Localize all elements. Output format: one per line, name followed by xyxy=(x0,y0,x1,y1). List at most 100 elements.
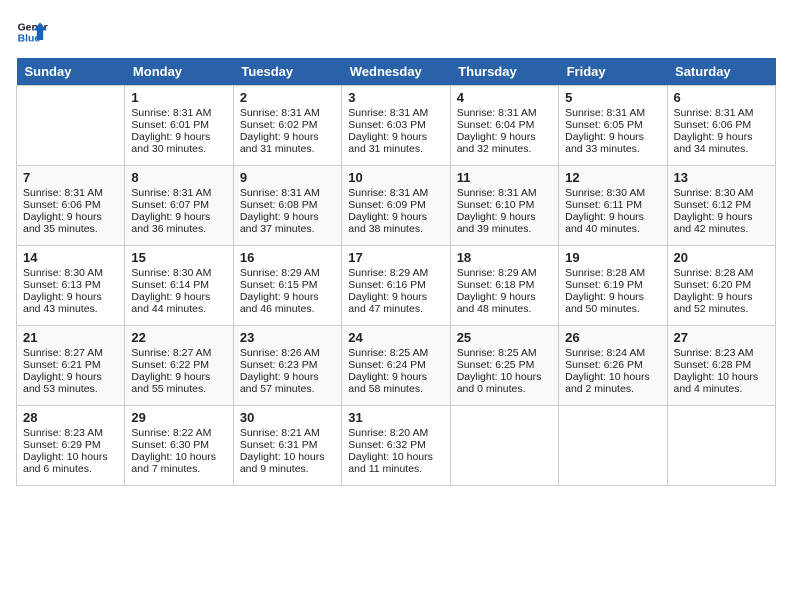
calendar-cell: 12Sunrise: 8:30 AMSunset: 6:11 PMDayligh… xyxy=(559,166,667,246)
day-info: Daylight: 9 hours xyxy=(240,131,335,143)
day-info: Daylight: 9 hours xyxy=(131,211,226,223)
day-info: Sunset: 6:04 PM xyxy=(457,119,552,131)
calendar-cell: 7Sunrise: 8:31 AMSunset: 6:06 PMDaylight… xyxy=(17,166,125,246)
calendar-cell: 13Sunrise: 8:30 AMSunset: 6:12 PMDayligh… xyxy=(667,166,775,246)
calendar-week-3: 14Sunrise: 8:30 AMSunset: 6:13 PMDayligh… xyxy=(17,246,776,326)
day-info: Daylight: 10 hours xyxy=(240,451,335,463)
day-info: and 53 minutes. xyxy=(23,383,118,395)
day-info: Sunrise: 8:31 AM xyxy=(457,107,552,119)
day-info: Daylight: 9 hours xyxy=(457,131,552,143)
day-info: and 44 minutes. xyxy=(131,303,226,315)
day-info: and 43 minutes. xyxy=(23,303,118,315)
calendar-cell: 14Sunrise: 8:30 AMSunset: 6:13 PMDayligh… xyxy=(17,246,125,326)
day-info: Sunrise: 8:25 AM xyxy=(457,347,552,359)
day-info: Sunset: 6:02 PM xyxy=(240,119,335,131)
day-info: Sunrise: 8:31 AM xyxy=(23,187,118,199)
day-info: and 9 minutes. xyxy=(240,463,335,475)
calendar-cell: 27Sunrise: 8:23 AMSunset: 6:28 PMDayligh… xyxy=(667,326,775,406)
weekday-header-wednesday: Wednesday xyxy=(342,58,450,86)
day-number: 19 xyxy=(565,250,660,265)
day-info: Daylight: 9 hours xyxy=(565,291,660,303)
calendar-cell: 20Sunrise: 8:28 AMSunset: 6:20 PMDayligh… xyxy=(667,246,775,326)
calendar-cell xyxy=(559,406,667,486)
day-info: Sunset: 6:06 PM xyxy=(674,119,769,131)
day-number: 28 xyxy=(23,410,118,425)
calendar-cell: 23Sunrise: 8:26 AMSunset: 6:23 PMDayligh… xyxy=(233,326,341,406)
day-number: 12 xyxy=(565,170,660,185)
day-number: 30 xyxy=(240,410,335,425)
day-info: Sunrise: 8:30 AM xyxy=(131,267,226,279)
calendar-cell: 4 Sunrise: 8:31 AMSunset: 6:04 PMDaylight… xyxy=(450,86,558,166)
day-info: Sunset: 6:26 PM xyxy=(565,359,660,371)
calendar-cell: 5Sunrise: 8:31 AMSunset: 6:05 PMDaylight… xyxy=(559,86,667,166)
calendar-cell: 22Sunrise: 8:27 AMSunset: 6:22 PMDayligh… xyxy=(125,326,233,406)
day-info: and 52 minutes. xyxy=(674,303,769,315)
day-info: and 34 minutes. xyxy=(674,143,769,155)
day-info: and 4 minutes. xyxy=(674,383,769,395)
day-info: Sunrise: 8:27 AM xyxy=(131,347,226,359)
day-info: Sunrise: 8:23 AM xyxy=(674,347,769,359)
day-info: Daylight: 10 hours xyxy=(348,451,443,463)
day-number: 8 xyxy=(131,170,226,185)
weekday-header-tuesday: Tuesday xyxy=(233,58,341,86)
day-number: 23 xyxy=(240,330,335,345)
calendar-cell: 26Sunrise: 8:24 AMSunset: 6:26 PMDayligh… xyxy=(559,326,667,406)
day-number: 5 xyxy=(565,90,660,105)
day-info: Sunset: 6:23 PM xyxy=(240,359,335,371)
day-info: and 33 minutes. xyxy=(565,143,660,155)
day-info: and 40 minutes. xyxy=(565,223,660,235)
day-info: and 32 minutes. xyxy=(457,143,552,155)
day-info: Sunset: 6:32 PM xyxy=(348,439,443,451)
day-number: 6 xyxy=(674,90,769,105)
day-info: Sunrise: 8:29 AM xyxy=(457,267,552,279)
day-number: 7 xyxy=(23,170,118,185)
day-number: 9 xyxy=(240,170,335,185)
day-info: Sunrise: 8:21 AM xyxy=(240,427,335,439)
calendar-cell: 24Sunrise: 8:25 AMSunset: 6:24 PMDayligh… xyxy=(342,326,450,406)
weekday-header-monday: Monday xyxy=(125,58,233,86)
day-info: Sunset: 6:21 PM xyxy=(23,359,118,371)
day-info: Sunset: 6:11 PM xyxy=(565,199,660,211)
calendar-cell: 6Sunrise: 8:31 AMSunset: 6:06 PMDaylight… xyxy=(667,86,775,166)
day-number: 21 xyxy=(23,330,118,345)
day-info: Sunrise: 8:26 AM xyxy=(240,347,335,359)
day-info: Sunrise: 8:24 AM xyxy=(565,347,660,359)
day-number: 24 xyxy=(348,330,443,345)
day-info: Sunset: 6:24 PM xyxy=(348,359,443,371)
day-info: Sunrise: 8:23 AM xyxy=(23,427,118,439)
calendar-cell: 31Sunrise: 8:20 AMSunset: 6:32 PMDayligh… xyxy=(342,406,450,486)
day-number: 31 xyxy=(348,410,443,425)
day-info: and 31 minutes. xyxy=(240,143,335,155)
day-info: and 31 minutes. xyxy=(348,143,443,155)
day-info: Daylight: 9 hours xyxy=(565,131,660,143)
day-info: Sunset: 6:14 PM xyxy=(131,279,226,291)
day-info: Daylight: 9 hours xyxy=(240,211,335,223)
calendar-cell xyxy=(17,86,125,166)
day-info: Daylight: 9 hours xyxy=(348,371,443,383)
day-info: and 11 minutes. xyxy=(348,463,443,475)
day-number: 4 xyxy=(457,90,552,105)
day-info: Daylight: 9 hours xyxy=(674,291,769,303)
day-number: 16 xyxy=(240,250,335,265)
day-info: Sunset: 6:05 PM xyxy=(565,119,660,131)
day-info: Sunset: 6:10 PM xyxy=(457,199,552,211)
day-number: 20 xyxy=(674,250,769,265)
day-number: 1 xyxy=(131,90,226,105)
day-info: Sunrise: 8:31 AM xyxy=(457,187,552,199)
weekday-header-saturday: Saturday xyxy=(667,58,775,86)
day-info: Sunset: 6:19 PM xyxy=(565,279,660,291)
day-info: and 38 minutes. xyxy=(348,223,443,235)
calendar-cell: 3Sunrise: 8:31 AMSunset: 6:03 PMDaylight… xyxy=(342,86,450,166)
day-info: Sunset: 6:07 PM xyxy=(131,199,226,211)
day-info: and 37 minutes. xyxy=(240,223,335,235)
day-number: 15 xyxy=(131,250,226,265)
calendar-cell: 19Sunrise: 8:28 AMSunset: 6:19 PMDayligh… xyxy=(559,246,667,326)
day-info: Daylight: 9 hours xyxy=(457,291,552,303)
day-info: Sunrise: 8:31 AM xyxy=(131,187,226,199)
day-info: Sunset: 6:08 PM xyxy=(240,199,335,211)
calendar-cell: 16Sunrise: 8:29 AMSunset: 6:15 PMDayligh… xyxy=(233,246,341,326)
day-number: 13 xyxy=(674,170,769,185)
day-info: Daylight: 10 hours xyxy=(457,371,552,383)
day-info: Daylight: 10 hours xyxy=(131,451,226,463)
day-info: and 47 minutes. xyxy=(348,303,443,315)
